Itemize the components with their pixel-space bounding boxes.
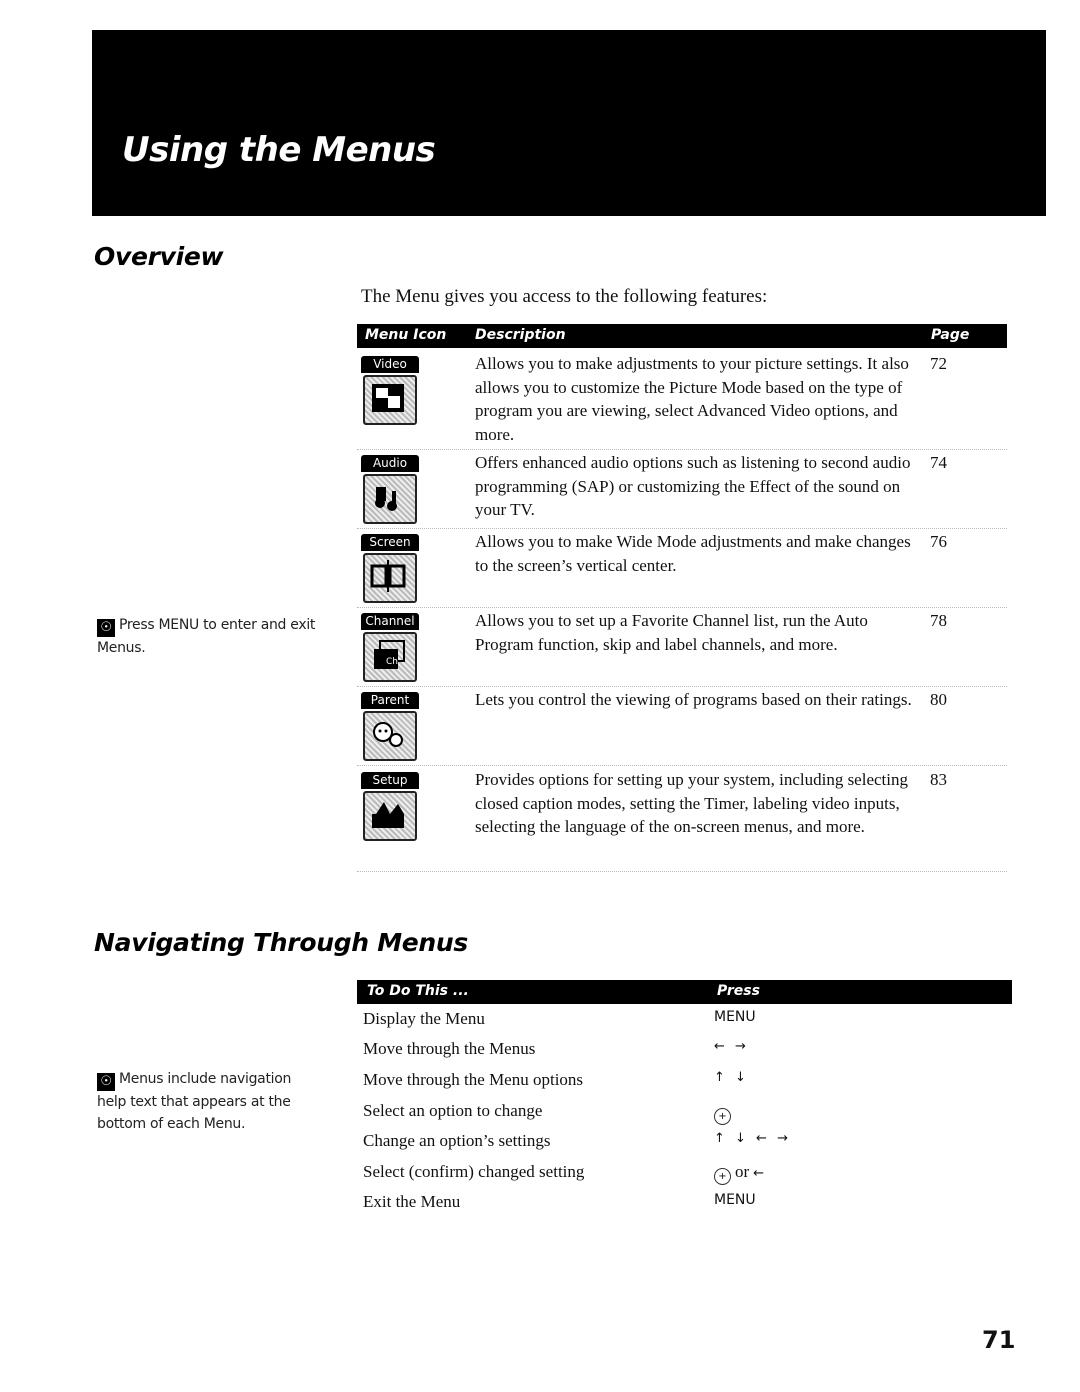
feature-page-link[interactable]: 76 (930, 530, 947, 554)
feature-row-channel: Channel Ch Allows you to set up a Favori… (357, 609, 1007, 687)
nav-action: Change an option’s settings (363, 1131, 551, 1150)
feature-description: Allows you to make adjustments to your p… (475, 354, 909, 444)
nav-row: Change an option’s settings ↑ ↓ ← → (363, 1131, 1003, 1162)
nav-action: Select (confirm) changed setting (363, 1162, 585, 1181)
overview-intro: The Menu gives you access to the followi… (361, 286, 768, 307)
select-button-icon: + (714, 1168, 731, 1185)
left-right-arrows-icon: ← → (714, 1039, 749, 1054)
col-press: Press (717, 983, 760, 999)
nav-action: Move through the Menus (363, 1039, 536, 1058)
feature-row-video: Video Allows you to make adjustments to … (357, 352, 1007, 450)
nav-row: Select (confirm) changed setting + or ← (363, 1162, 1003, 1193)
lightbulb-icon: ☉ (97, 619, 115, 637)
four-way-arrows-icon: ↑ ↓ ← → (714, 1131, 791, 1146)
up-down-arrows-icon: ↑ ↓ (714, 1070, 749, 1085)
feature-description: Offers enhanced audio options such as li… (475, 453, 911, 519)
menu-key: MENU (714, 1192, 756, 1208)
audio-menu-icon: Audio (361, 455, 419, 524)
nav-action: Select an option to change (363, 1101, 543, 1120)
menu-key: MENU (714, 1009, 756, 1025)
feature-row-screen: Screen Allows you to make Wide Mode adju… (357, 530, 1007, 608)
feature-page-link[interactable]: 83 (930, 768, 947, 792)
chapter-banner: Using the Menus (92, 30, 1046, 216)
nav-row: Move through the Menu options ↑ ↓ (363, 1070, 1003, 1101)
feature-page-link[interactable]: 80 (930, 688, 947, 712)
left-arrow-icon: ← (753, 1166, 768, 1181)
feature-row-parent: Parent Lets you control the viewing of p… (357, 688, 1007, 766)
col-description: Description (475, 327, 566, 343)
feature-description: Allows you to set up a Favorite Channel … (475, 611, 868, 654)
video-menu-icon: Video (361, 356, 419, 425)
features-table-header: Menu Icon Description Page (357, 324, 1007, 348)
feature-description: Allows you to make Wide Mode adjustments… (475, 532, 911, 575)
feature-page-link[interactable]: 74 (930, 451, 947, 475)
channel-menu-icon: Channel Ch (361, 613, 419, 682)
col-menu-icon: Menu Icon (365, 327, 447, 343)
select-button-icon: + (714, 1108, 731, 1125)
col-page: Page (931, 327, 970, 343)
feature-description: Provides options for setting up your sys… (475, 770, 908, 836)
parent-menu-icon: Parent (361, 692, 419, 761)
feature-row-setup: Setup Provides options for setting up yo… (357, 768, 1007, 872)
navigating-tip: ☉ Menus include navigation help text that… (97, 1071, 292, 1132)
page-number: 71 (982, 1326, 1016, 1354)
nav-action: Exit the Menu (363, 1192, 461, 1211)
nav-action: Display the Menu (363, 1009, 485, 1028)
feature-page-link[interactable]: 78 (930, 609, 947, 633)
screen-menu-icon: Screen (361, 534, 419, 603)
chapter-title: Using the Menus (122, 130, 436, 170)
nav-row: Select an option to change + (363, 1101, 1003, 1132)
feature-row-audio: Audio Offers enhanced audio options such… (357, 451, 1007, 529)
nav-row: Move through the Menus ← → (363, 1039, 1003, 1070)
overview-tip: ☉ Press MENU to enter and exit Menus. (97, 617, 316, 656)
navigating-heading: Navigating Through Menus (94, 928, 469, 957)
overview-heading: Overview (94, 242, 224, 271)
feature-page-link[interactable]: 72 (930, 352, 947, 376)
nav-row: Display the Menu MENU (363, 1009, 1003, 1040)
navigation-table-header: To Do This ... Press (357, 980, 1012, 1004)
svg-text:Ch: Ch (386, 657, 398, 667)
lightbulb-icon: ☉ (97, 1073, 115, 1091)
nav-action: Move through the Menu options (363, 1070, 584, 1089)
nav-row: Exit the Menu MENU (363, 1192, 1003, 1223)
feature-description: Lets you control the viewing of programs… (475, 690, 912, 709)
col-to-do-this: To Do This ... (367, 983, 469, 999)
setup-menu-icon: Setup (361, 772, 419, 841)
